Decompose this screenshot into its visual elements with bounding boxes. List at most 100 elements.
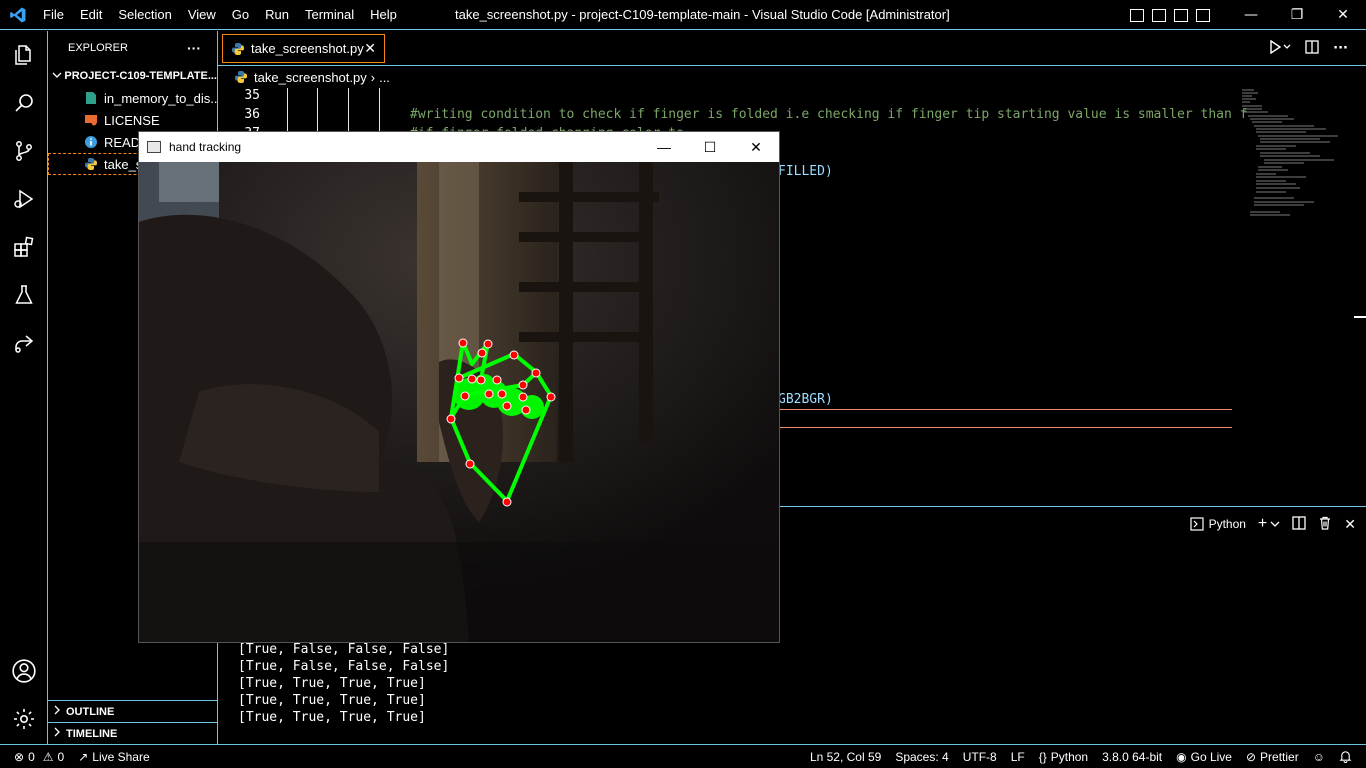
error-underline <box>778 409 1232 410</box>
terminal-output-line: [True, True, True, True] <box>238 693 426 708</box>
live-share-status[interactable]: ↗ Live Share <box>71 750 156 764</box>
braces-icon: {} <box>1038 749 1047 764</box>
hand-tracking-window[interactable]: hand tracking — ☐ ✕ <box>138 131 780 643</box>
breadcrumb-more[interactable]: ... <box>379 70 390 85</box>
hand-tracking-titlebar[interactable]: hand tracking — ☐ ✕ <box>139 132 779 162</box>
toggle-sidebar-icon[interactable] <box>1130 8 1144 22</box>
extensions-icon[interactable] <box>0 223 48 271</box>
split-editor-icon[interactable] <box>1305 39 1319 58</box>
menu-terminal[interactable]: Terminal <box>297 0 362 30</box>
explorer-icon[interactable] <box>0 31 48 79</box>
line-number: 35 <box>244 88 260 103</box>
project-folder-label: PROJECT-C109-TEMPLATE... <box>64 70 217 82</box>
chevron-down-icon <box>52 70 64 83</box>
menu-help[interactable]: Help <box>362 0 405 30</box>
restore-button[interactable]: ❐ <box>1274 0 1320 30</box>
run-python-file-icon[interactable] <box>1269 39 1291 58</box>
scrollbar-marker <box>1354 316 1366 318</box>
hand-window-minimize-button[interactable]: — <box>641 132 687 162</box>
project-folder[interactable]: PROJECT-C109-TEMPLATE... <box>48 65 217 87</box>
tab-label: take_screenshot.py <box>251 41 364 56</box>
python-icon <box>84 157 98 171</box>
file-in-memory[interactable]: in_memory_to_dis... <box>48 87 217 109</box>
file-label: READ <box>104 134 141 150</box>
accounts-icon[interactable] <box>0 647 48 695</box>
customize-layout-icon[interactable] <box>1196 8 1210 22</box>
python-icon <box>231 42 245 56</box>
tab-close-icon[interactable]: ✕ <box>364 40 376 57</box>
menu-go[interactable]: Go <box>224 0 257 30</box>
outline-label: OUTLINE <box>66 705 115 718</box>
python-icon <box>234 70 248 84</box>
language-label: Python <box>1050 749 1089 764</box>
prettier-icon: ⊘ <box>1245 749 1257 764</box>
file-label: in_memory_to_dis... <box>104 90 217 106</box>
code-comment: #writing condition to check if finger is… <box>410 107 1248 122</box>
menu-file[interactable]: File <box>35 0 72 30</box>
error-icon: ⊗ <box>14 749 25 764</box>
menu-run[interactable]: Run <box>257 0 297 30</box>
prettier-status[interactable]: ⊘ Prettier <box>1239 750 1306 764</box>
run-debug-icon[interactable] <box>0 175 48 223</box>
encoding-status[interactable]: UTF-8 <box>956 750 1004 764</box>
terminal-icon <box>1189 517 1204 531</box>
warning-count: 0 <box>57 749 65 764</box>
kill-terminal-icon[interactable] <box>1318 516 1332 533</box>
vscode-logo-icon <box>0 0 35 30</box>
tab-take-screenshot[interactable]: take_screenshot.py ✕ <box>222 34 385 63</box>
menu-edit[interactable]: Edit <box>72 0 110 30</box>
toggle-secondary-sidebar-icon[interactable] <box>1174 8 1188 22</box>
python-interpreter[interactable]: 3.8.0 64-bit <box>1095 750 1169 764</box>
status-bar: ⊗ 0 ⚠ 0 ↗ Live Share Ln 52, Col 59 Space… <box>0 744 1366 768</box>
terminal-shell[interactable]: Python <box>1189 517 1246 531</box>
minimap[interactable] <box>1238 88 1354 228</box>
notifications-bell-icon[interactable] <box>1332 750 1366 763</box>
cursor-position[interactable]: Ln 52, Col 59 <box>803 750 888 764</box>
window-title: take_screenshot.py - project-C109-templa… <box>455 7 950 22</box>
more-actions-icon[interactable]: ··· <box>1333 41 1348 56</box>
language-mode[interactable]: {} Python <box>1032 750 1095 764</box>
terminal-output-line: [True, True, True, True] <box>238 710 426 725</box>
error-underline <box>778 427 1232 428</box>
terminal-output-line: [True, True, True, True] <box>238 676 426 691</box>
breadcrumb-file[interactable]: take_screenshot.py <box>254 70 367 85</box>
editor-tabs: take_screenshot.py ✕ ··· <box>218 31 1366 66</box>
breadcrumb: take_screenshot.py › ... <box>218 66 390 88</box>
close-panel-icon[interactable]: ✕ <box>1344 516 1356 533</box>
indentation-status[interactable]: Spaces: 4 <box>888 750 955 764</box>
split-terminal-icon[interactable] <box>1292 515 1306 533</box>
chevron-right-icon <box>52 705 66 718</box>
new-terminal-button[interactable]: + <box>1258 515 1280 533</box>
activity-bar <box>0 31 48 744</box>
testing-icon[interactable] <box>0 271 48 319</box>
broadcast-icon: ◉ <box>1176 749 1187 764</box>
minimize-button[interactable]: — <box>1228 0 1274 30</box>
menu-bar: File Edit Selection View Go Run Terminal… <box>35 0 405 30</box>
code-fragment: FILLED) <box>778 164 833 179</box>
outline-section[interactable]: OUTLINE <box>48 700 217 722</box>
feedback-icon[interactable]: ☺ <box>1306 750 1332 764</box>
problems-status[interactable]: ⊗ 0 ⚠ 0 <box>0 750 71 764</box>
chevron-right-icon <box>52 727 66 740</box>
hand-tracking-title: hand tracking <box>169 140 242 154</box>
hand-window-close-button[interactable]: ✕ <box>733 132 779 162</box>
timeline-section[interactable]: TIMELINE <box>48 722 217 744</box>
live-share-icon[interactable] <box>0 319 48 367</box>
terminal-output-line: [True, False, False, False] <box>238 642 450 657</box>
source-control-icon[interactable] <box>0 127 48 175</box>
file-license[interactable]: LICENSE <box>48 109 217 131</box>
terminal-shell-label: Python <box>1208 517 1246 531</box>
camera-frame <box>139 162 779 642</box>
settings-gear-icon[interactable] <box>0 695 48 743</box>
go-live-status[interactable]: ◉ Go Live <box>1169 750 1239 764</box>
chevron-right-icon: › <box>370 69 376 85</box>
eol-status[interactable]: LF <box>1004 750 1032 764</box>
hand-window-maximize-button[interactable]: ☐ <box>687 132 733 162</box>
live-share-label: Live Share <box>92 749 150 764</box>
menu-view[interactable]: View <box>180 0 224 30</box>
menu-selection[interactable]: Selection <box>110 0 179 30</box>
close-button[interactable]: ✕ <box>1320 0 1366 30</box>
toggle-panel-icon[interactable] <box>1152 8 1166 22</box>
explorer-more-button[interactable]: ··· <box>187 40 201 56</box>
search-icon[interactable] <box>0 79 48 127</box>
